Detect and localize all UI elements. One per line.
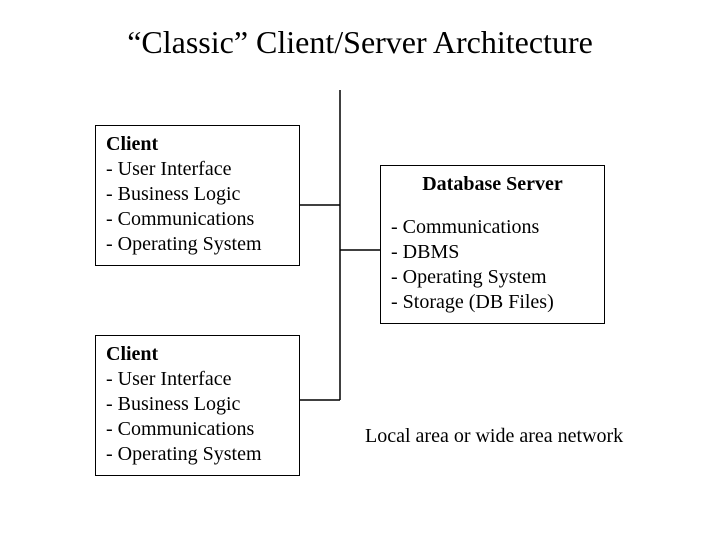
client-box-1: Client - User Interface - Business Logic… [95,125,300,266]
client1-line1: - User Interface [106,157,289,182]
server-header: Database Server [391,172,594,203]
client1-line2: - Business Logic [106,182,289,207]
server-line4: - Storage (DB Files) [391,290,594,315]
server-line1: - Communications [391,215,594,240]
client1-line4: - Operating System [106,232,289,257]
client2-line2: - Business Logic [106,392,289,417]
slide-title: “Classic” Client/Server Architecture [0,24,720,61]
client1-header: Client [106,132,289,157]
client2-line1: - User Interface [106,367,289,392]
server-line2: - DBMS [391,240,594,265]
spacer [391,203,594,215]
client2-header: Client [106,342,289,367]
server-line3: - Operating System [391,265,594,290]
client2-line3: - Communications [106,417,289,442]
client2-line4: - Operating System [106,442,289,467]
client-box-2: Client - User Interface - Business Logic… [95,335,300,476]
client1-line3: - Communications [106,207,289,232]
slide: “Classic” Client/Server Architecture Cli… [0,0,720,540]
network-caption: Local area or wide area network [365,425,623,448]
server-box: Database Server - Communications - DBMS … [380,165,605,324]
